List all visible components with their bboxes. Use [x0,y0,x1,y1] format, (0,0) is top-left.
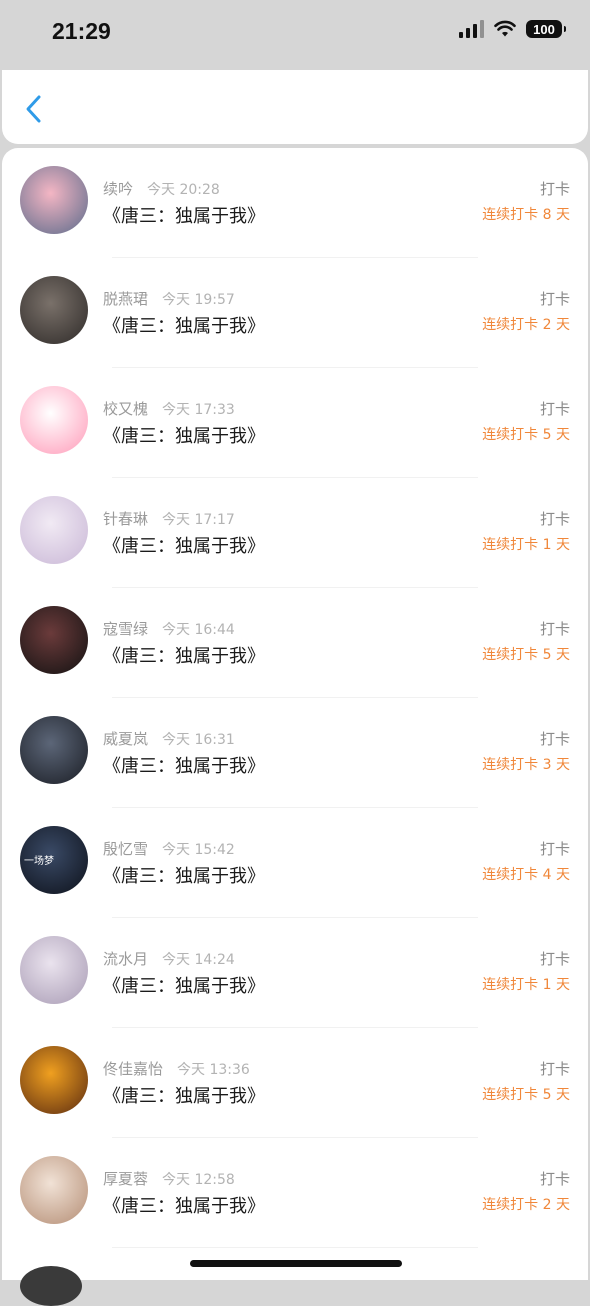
post-time: 今天 16:31 [162,732,235,748]
post-time: 今天 14:24 [162,952,235,968]
book-title: 《唐三：独属于我》 [103,756,265,777]
checkin-list: 续吟 今天 20:28 《唐三：独属于我》 打卡 连续打卡 8 天脱燕珺 今天 19:57… [2,148,588,1280]
post-time: 今天 20:28 [147,182,220,198]
list-item[interactable]: 一场梦 殷忆雪 今天 15:42 《唐三：独属于我》 打卡连续打卡 4 天 [2,808,588,918]
post-time: 今天 15:42 [162,842,235,858]
user-name-text: 寇雪绿 [103,620,149,638]
avatar[interactable] [20,1156,88,1224]
user-name-text: 针春琳 [103,510,149,528]
avatar[interactable] [20,716,88,784]
book-title: 《唐三：独属于我》 [103,1086,265,1107]
list-item[interactable]: 流水月 今天 14:24 《唐三：独属于我》 打卡连续打卡 1 天 [2,918,588,1028]
streak-label: 连续打卡 2 天 [482,1197,570,1213]
list-item[interactable]: 佟佳嘉怡 今天 13:36 《唐三：独属于我》 打卡连续打卡 5 天 [2,1028,588,1138]
status-time: 21:29 [52,18,111,44]
status-bar: 21:29 100 [0,0,590,70]
book-title: 《唐三：独属于我》 [103,1196,265,1217]
list-item[interactable]: 针春琳 今天 17:17 《唐三：独属于我》 打卡连续打卡 1 天 [2,478,588,588]
nav-bar [2,70,588,144]
avatar [20,1266,82,1306]
user-name: 厚夏蓉 今天 12:58 [103,1168,235,1189]
back-button[interactable] [22,94,46,124]
list-item[interactable]: 厚夏蓉 今天 12:58 《唐三：独属于我》 打卡连续打卡 2 天 [2,1138,588,1248]
user-name-text: 脱燕珺 [103,290,149,308]
user-name: 威夏岚 今天 16:31 [103,728,235,749]
streak-label: 连续打卡 4 天 [482,867,570,883]
user-name: 殷忆雪 今天 15:42 [103,838,235,859]
streak-label: 连续打卡 5 天 [482,427,570,443]
post-time: 今天 13:36 [177,1062,250,1078]
book-title: 《唐三：独属于我》 [103,866,265,887]
checkin-tag: 打卡 [539,950,570,968]
list-item[interactable]: 脱燕珺 今天 19:57 《唐三：独属于我》 打卡连续打卡 2 天 [2,258,588,368]
streak-label: 连续打卡 1 天 [482,537,570,553]
post-time: 今天 17:33 [162,402,235,418]
avatar[interactable] [20,1046,88,1114]
post-time: 今天 19:57 [162,292,235,308]
signal-icon [459,20,484,38]
avatar[interactable]: 一场梦 [20,826,88,894]
avatar[interactable] [20,606,88,674]
streak-label: 连续打卡 5 天 [482,647,570,663]
wifi-icon [494,20,516,37]
post-time: 今天 17:17 [162,512,235,528]
battery-icon: 100 [526,20,566,38]
avatar[interactable] [20,936,88,1004]
book-title: 《唐三：独属于我》 [103,316,265,337]
streak-label: 连续打卡 1 天 [482,977,570,993]
checkin-tag: 打卡 [539,840,570,858]
checkin-tag: 打卡 [539,180,570,198]
checkin-tag: 打卡 [539,510,570,528]
post-time: 今天 12:58 [162,1172,235,1188]
user-name: 校又槐 今天 17:33 [103,398,235,419]
user-name: 佟佳嘉怡 今天 13:36 [103,1058,250,1079]
user-name: 流水月 今天 14:24 [103,948,235,969]
user-name-text: 流水月 [103,950,149,968]
chevron-left-icon [26,95,41,123]
avatar[interactable] [20,386,88,454]
streak-label: 连续打卡 3 天 [482,757,570,773]
status-icons: 100 [459,20,566,38]
checkin-tag: 打卡 [539,1060,570,1078]
book-title: 《唐三：独属于我》 [103,206,265,227]
post-time: 今天 16:44 [162,622,235,638]
checkin-tag: 打卡 [539,730,570,748]
book-title: 《唐三：独属于我》 [103,426,265,447]
streak-label: 连续打卡 8 天 [482,207,570,223]
user-name-text: 校又槐 [103,400,149,418]
book-title: 《唐三：独属于我》 [103,976,265,997]
user-name-text: 续吟 [103,180,134,198]
avatar[interactable] [20,276,88,344]
list-item[interactable]: 续吟 今天 20:28 《唐三：独属于我》 打卡连续打卡 8 天 [2,148,588,258]
avatar[interactable] [20,166,88,234]
list-item[interactable]: 寇雪绿 今天 16:44 《唐三：独属于我》 打卡连续打卡 5 天 [2,588,588,698]
user-name-text: 殷忆雪 [103,840,149,858]
avatar-caption: 一场梦 [24,856,54,867]
book-title: 《唐三：独属于我》 [103,536,265,557]
streak-label: 连续打卡 2 天 [482,317,570,333]
user-name: 脱燕珺 今天 19:57 [103,288,235,309]
checkin-tag: 打卡 [539,400,570,418]
checkin-tag: 打卡 [539,290,570,308]
book-title: 《唐三：独属于我》 [103,646,265,667]
user-name: 针春琳 今天 17:17 [103,508,235,529]
checkin-tag: 打卡 [539,1170,570,1188]
user-name-text: 佟佳嘉怡 [103,1060,164,1078]
user-name: 续吟 今天 20:28 [103,178,220,199]
streak-label: 连续打卡 5 天 [482,1087,570,1103]
user-name: 寇雪绿 今天 16:44 [103,618,235,639]
checkin-tag: 打卡 [539,620,570,638]
avatar[interactable] [20,496,88,564]
user-name-text: 厚夏蓉 [103,1170,149,1188]
user-name-text: 威夏岚 [103,730,149,748]
divider [112,1247,478,1248]
list-item[interactable]: 威夏岚 今天 16:31 《唐三：独属于我》 打卡连续打卡 3 天 [2,698,588,808]
list-item[interactable]: 校又槐 今天 17:33 《唐三：独属于我》 打卡连续打卡 5 天 [2,368,588,478]
home-indicator [190,1260,402,1267]
